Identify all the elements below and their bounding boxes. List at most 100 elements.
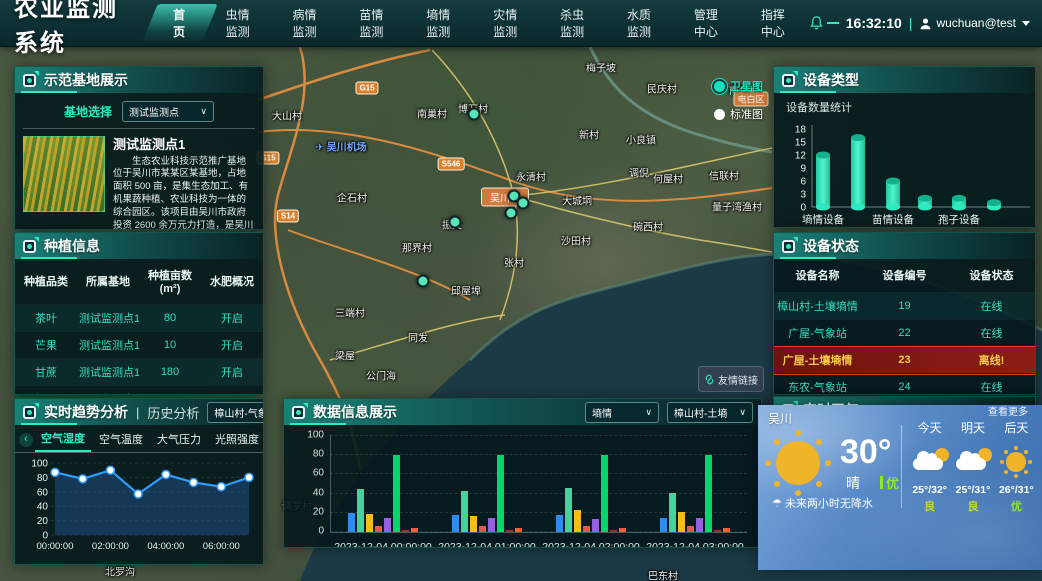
svg-text:9: 9 [800, 164, 806, 175]
base-select-value: 测试监测点 [129, 104, 179, 119]
nav-item-7[interactable]: 杀虫监测 [541, 0, 608, 46]
see-more-link[interactable]: 查看更多 [988, 403, 1028, 418]
nav-item-6[interactable]: 灾情监测 [474, 0, 541, 46]
nav-item-1[interactable]: 首页 [154, 0, 206, 46]
bar [452, 515, 459, 532]
user-menu[interactable]: wuchuan@test [919, 16, 1030, 30]
day-label: 今天 [908, 419, 951, 436]
trend-tab-3[interactable]: 大气压力 [151, 429, 207, 451]
panel-title: 种植信息 [44, 236, 100, 256]
data-station-select[interactable]: 樟山村-土墒 ∨ [667, 402, 753, 423]
top-nav: 农业监测系统 首页虫情监测病情监测苗情监测墒情监测灾情监测杀虫监测水质监测管理中… [0, 0, 1042, 47]
tab-prev-arrow[interactable]: ‹ [19, 433, 33, 447]
column-header: 设备状态 [948, 259, 1035, 293]
nav-item-9[interactable]: 管理中心 [675, 0, 742, 46]
notification-bell[interactable] [809, 15, 839, 31]
friend-link-button[interactable]: 友情链接 [698, 366, 764, 392]
satellite-layer-option[interactable]: 卫星图 [714, 78, 763, 94]
trend-tab-2[interactable]: 空气温度 [93, 429, 149, 451]
site-marker[interactable] [517, 197, 530, 210]
device-count-subtitle: 设备数量统计 [774, 93, 1035, 115]
sun-icon [776, 441, 820, 485]
svg-text:06:00:00: 06:00:00 [203, 541, 240, 552]
nav-item-5[interactable]: 墒情监测 [407, 0, 474, 46]
rain-notice-text: 未来两小时无降水 [785, 498, 873, 510]
table-cell: 22 [861, 320, 948, 347]
bar [610, 530, 617, 532]
trend-tab-1[interactable]: 空气湿度 [35, 428, 91, 452]
day-aqi: 良 [908, 498, 951, 514]
panel-underline [780, 91, 836, 93]
site-marker[interactable] [417, 275, 430, 288]
aqi-badge: 优 [880, 473, 899, 492]
weather-icon [908, 444, 951, 476]
table-cell: 在线 [948, 374, 1035, 396]
svg-text:12: 12 [795, 151, 807, 162]
chevron-down-icon: ∨ [739, 407, 746, 418]
user-name: wuchuan@test [936, 16, 1016, 30]
history-analysis-tab[interactable]: 历史分析 [147, 403, 199, 422]
bar [348, 513, 355, 532]
device-type-bar-chart: 0369121518墒情设备苗情设备孢子设备 [774, 115, 1035, 228]
bell-icon [809, 15, 824, 31]
site-marker[interactable] [505, 207, 518, 220]
table-cell: 180 [139, 359, 201, 386]
trend-station-select[interactable]: 樟山村-气象 ∨ [207, 402, 264, 423]
trend-tab-4[interactable]: 光照强度 [209, 429, 264, 451]
day-temperature: 26°/31° [995, 484, 1038, 496]
panel-underline [780, 257, 836, 259]
table-row: 橘子测试监测点1114开启 [15, 386, 263, 396]
chevron-down-icon [1022, 21, 1030, 26]
nav-item-3[interactable]: 病情监测 [273, 0, 340, 46]
x-category-label: 2023-12-04 02:00:00 [542, 541, 640, 548]
svg-text:04:00:00: 04:00:00 [147, 541, 184, 552]
chevron-down-icon: ∨ [645, 407, 652, 418]
table-head: 设备名称设备编号设备状态 [774, 259, 1035, 293]
user-icon [919, 17, 932, 30]
base-select[interactable]: 测试监测点 ∨ [122, 101, 214, 122]
data-type-select[interactable]: 墒情 ∨ [585, 402, 659, 423]
bar-cluster [452, 435, 522, 532]
svg-text:3: 3 [800, 190, 806, 201]
y-tick-label: 100 [294, 430, 324, 441]
radio-on-icon [714, 81, 725, 92]
day-temperature: 25°/32° [908, 484, 951, 496]
table-row: 茶叶测试监测点180开启 [15, 305, 263, 332]
device-status-table: 设备名称设备编号设备状态樟山村-土壤墒情19在线广屋-气象站22在线广屋-土壤墒… [774, 259, 1035, 395]
bar-group [452, 435, 522, 532]
panel-header: 示范基地展示 [15, 67, 263, 93]
site-description: 生态农业科技示范推广基地位于吴川市某某区某基地，占地面积 500 亩，是集生态加… [113, 156, 255, 230]
nav-item-8[interactable]: 水质监测 [608, 0, 675, 46]
table-cell: 橘子 [15, 386, 77, 396]
app-title: 农业监测系统 [0, 0, 154, 58]
panel-underline [21, 423, 77, 425]
site-marker[interactable] [449, 216, 462, 229]
nav-item-2[interactable]: 虫情监测 [207, 0, 274, 46]
table-cell: 24 [861, 374, 948, 396]
bar [723, 528, 730, 532]
nav-item-10[interactable]: 指挥中心 [742, 0, 809, 46]
dashboard: 梅子坡民庆村南华村博万村南巢村大山村新村小良镇调倪何屋村信联村永清村企石村大城垌… [0, 0, 1042, 581]
panel-title: 实时趋势分析 [44, 402, 128, 422]
table-cell: 19 [861, 293, 948, 320]
device-row: 广屋-土壤墒情23离线! [774, 347, 1035, 374]
bar [714, 530, 721, 532]
planting-table: 种植品类所属基地种植亩数(m²)水肥概况茶叶测试监测点180开启芒果测试监测点1… [15, 259, 263, 395]
y-tick-label: 20 [294, 506, 324, 517]
satellite-layer-label: 卫星图 [730, 78, 763, 94]
table-head: 种植品类所属基地种植亩数(m²)水肥概况 [15, 259, 263, 305]
nav-item-4[interactable]: 苗情监测 [340, 0, 407, 46]
site-marker[interactable] [468, 108, 481, 121]
standard-layer-option[interactable]: 标准图 [714, 106, 763, 122]
table-cell: 广屋-土壤墒情 [774, 347, 861, 374]
y-tick-label: 40 [294, 487, 324, 498]
table-body: 樟山村-土壤墒情19在线广屋-气象站22在线广屋-土壤墒情23离线!东农-气象站… [774, 293, 1035, 396]
y-tick-label: 80 [294, 449, 324, 460]
panel-header: 数据信息展示 墒情 ∨ 樟山村-土墒 ∨ [284, 399, 761, 425]
svg-text:00:00:00: 00:00:00 [37, 541, 74, 552]
panel-badge-icon [782, 240, 795, 253]
x-category-label: 2023-12-04 00:00:00 [334, 541, 432, 548]
day-label: 明天 [951, 419, 994, 436]
rain-notice: ☂ 未来两小时无降水 [772, 495, 873, 511]
bar-group [556, 435, 626, 532]
